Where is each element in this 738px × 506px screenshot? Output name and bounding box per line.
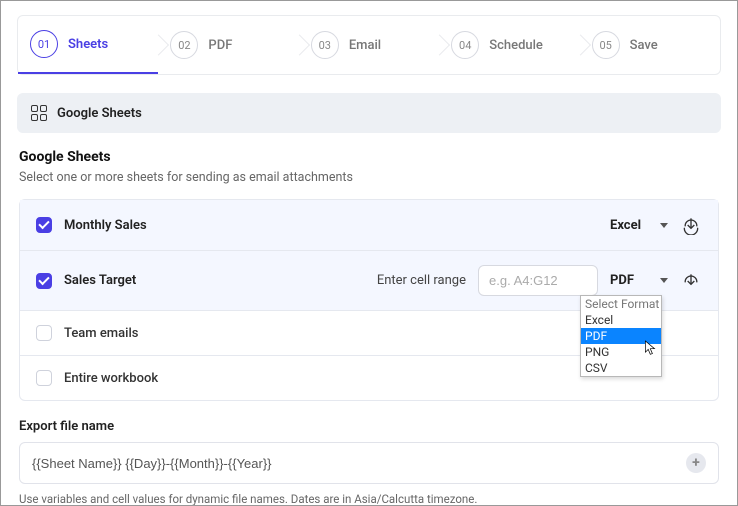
dropdown-option-png[interactable]: PNG — [581, 344, 661, 360]
dropdown-option-pdf[interactable]: PDF — [581, 328, 661, 344]
dropdown-option-csv[interactable]: CSV — [581, 360, 661, 376]
step-sheets[interactable]: 01 Sheets — [18, 16, 158, 74]
download-icon[interactable] — [680, 270, 702, 292]
step-label: PDF — [208, 38, 232, 53]
step-save[interactable]: 05 Save — [580, 16, 720, 74]
step-label: Email — [349, 38, 381, 53]
sheet-name: Team emails — [64, 326, 138, 341]
block-title: Google Sheets — [19, 149, 719, 165]
content-block: Google Sheets Select one or more sheets … — [17, 149, 721, 505]
step-label: Save — [630, 38, 658, 53]
export-block: Export file name + Use variables and cel… — [19, 419, 719, 505]
format-select[interactable]: PDF — [610, 273, 668, 288]
chevron-down-icon — [660, 223, 668, 228]
grid-icon — [31, 105, 47, 121]
step-badge: 03 — [311, 31, 339, 59]
format-dropdown[interactable]: Select Format Excel PDF PNG CSV — [580, 295, 662, 377]
step-badge: 02 — [170, 31, 198, 59]
sheet-name: Monthly Sales — [64, 218, 147, 233]
checkbox[interactable] — [36, 325, 52, 341]
add-variable-button[interactable]: + — [686, 453, 706, 473]
step-pdf[interactable]: 02 PDF — [158, 16, 298, 74]
section-title: Google Sheets — [57, 106, 142, 121]
dropdown-option-excel[interactable]: Excel — [581, 312, 661, 328]
chevron-down-icon — [660, 278, 668, 283]
dropdown-placeholder: Select Format — [581, 296, 661, 312]
step-schedule[interactable]: 04 Schedule — [439, 16, 579, 74]
app-frame: 01 Sheets 02 PDF 03 Email 04 Schedule 05… — [0, 0, 738, 506]
download-icon[interactable] — [680, 214, 702, 236]
sheet-name: Entire workbook — [64, 371, 158, 386]
section-header: Google Sheets — [17, 93, 721, 133]
sheet-name: Sales Target — [64, 273, 136, 288]
step-badge: 04 — [451, 31, 479, 59]
format-select[interactable]: Excel — [610, 218, 668, 233]
cell-range-input[interactable] — [478, 265, 598, 296]
step-badge: 05 — [592, 31, 620, 59]
wizard-stepper: 01 Sheets 02 PDF 03 Email 04 Schedule 05… — [17, 15, 721, 75]
step-label: Sheets — [68, 37, 108, 52]
scroll-area[interactable]: 01 Sheets 02 PDF 03 Email 04 Schedule 05… — [1, 1, 737, 505]
checkbox[interactable] — [36, 370, 52, 386]
step-badge: 01 — [30, 30, 58, 58]
sheet-list: Monthly Sales Excel — [19, 199, 719, 401]
block-subtitle: Select one or more sheets for sending as… — [19, 170, 719, 185]
export-label: Export file name — [19, 419, 719, 434]
export-helper-text: Use variables and cell values for dynami… — [19, 492, 719, 505]
format-value: Excel — [610, 218, 641, 233]
step-email[interactable]: 03 Email — [299, 16, 439, 74]
cell-range-label: Enter cell range — [377, 273, 466, 288]
sheet-row-monthly-sales[interactable]: Monthly Sales Excel — [20, 200, 718, 251]
step-label: Schedule — [489, 38, 543, 53]
export-input-wrap: + — [19, 442, 719, 484]
format-value: PDF — [610, 273, 634, 288]
export-filename-input[interactable] — [32, 456, 678, 471]
checkbox[interactable] — [36, 273, 52, 289]
sheet-row-sales-target[interactable]: Sales Target Enter cell range PDF — [20, 251, 718, 311]
checkbox[interactable] — [36, 217, 52, 233]
